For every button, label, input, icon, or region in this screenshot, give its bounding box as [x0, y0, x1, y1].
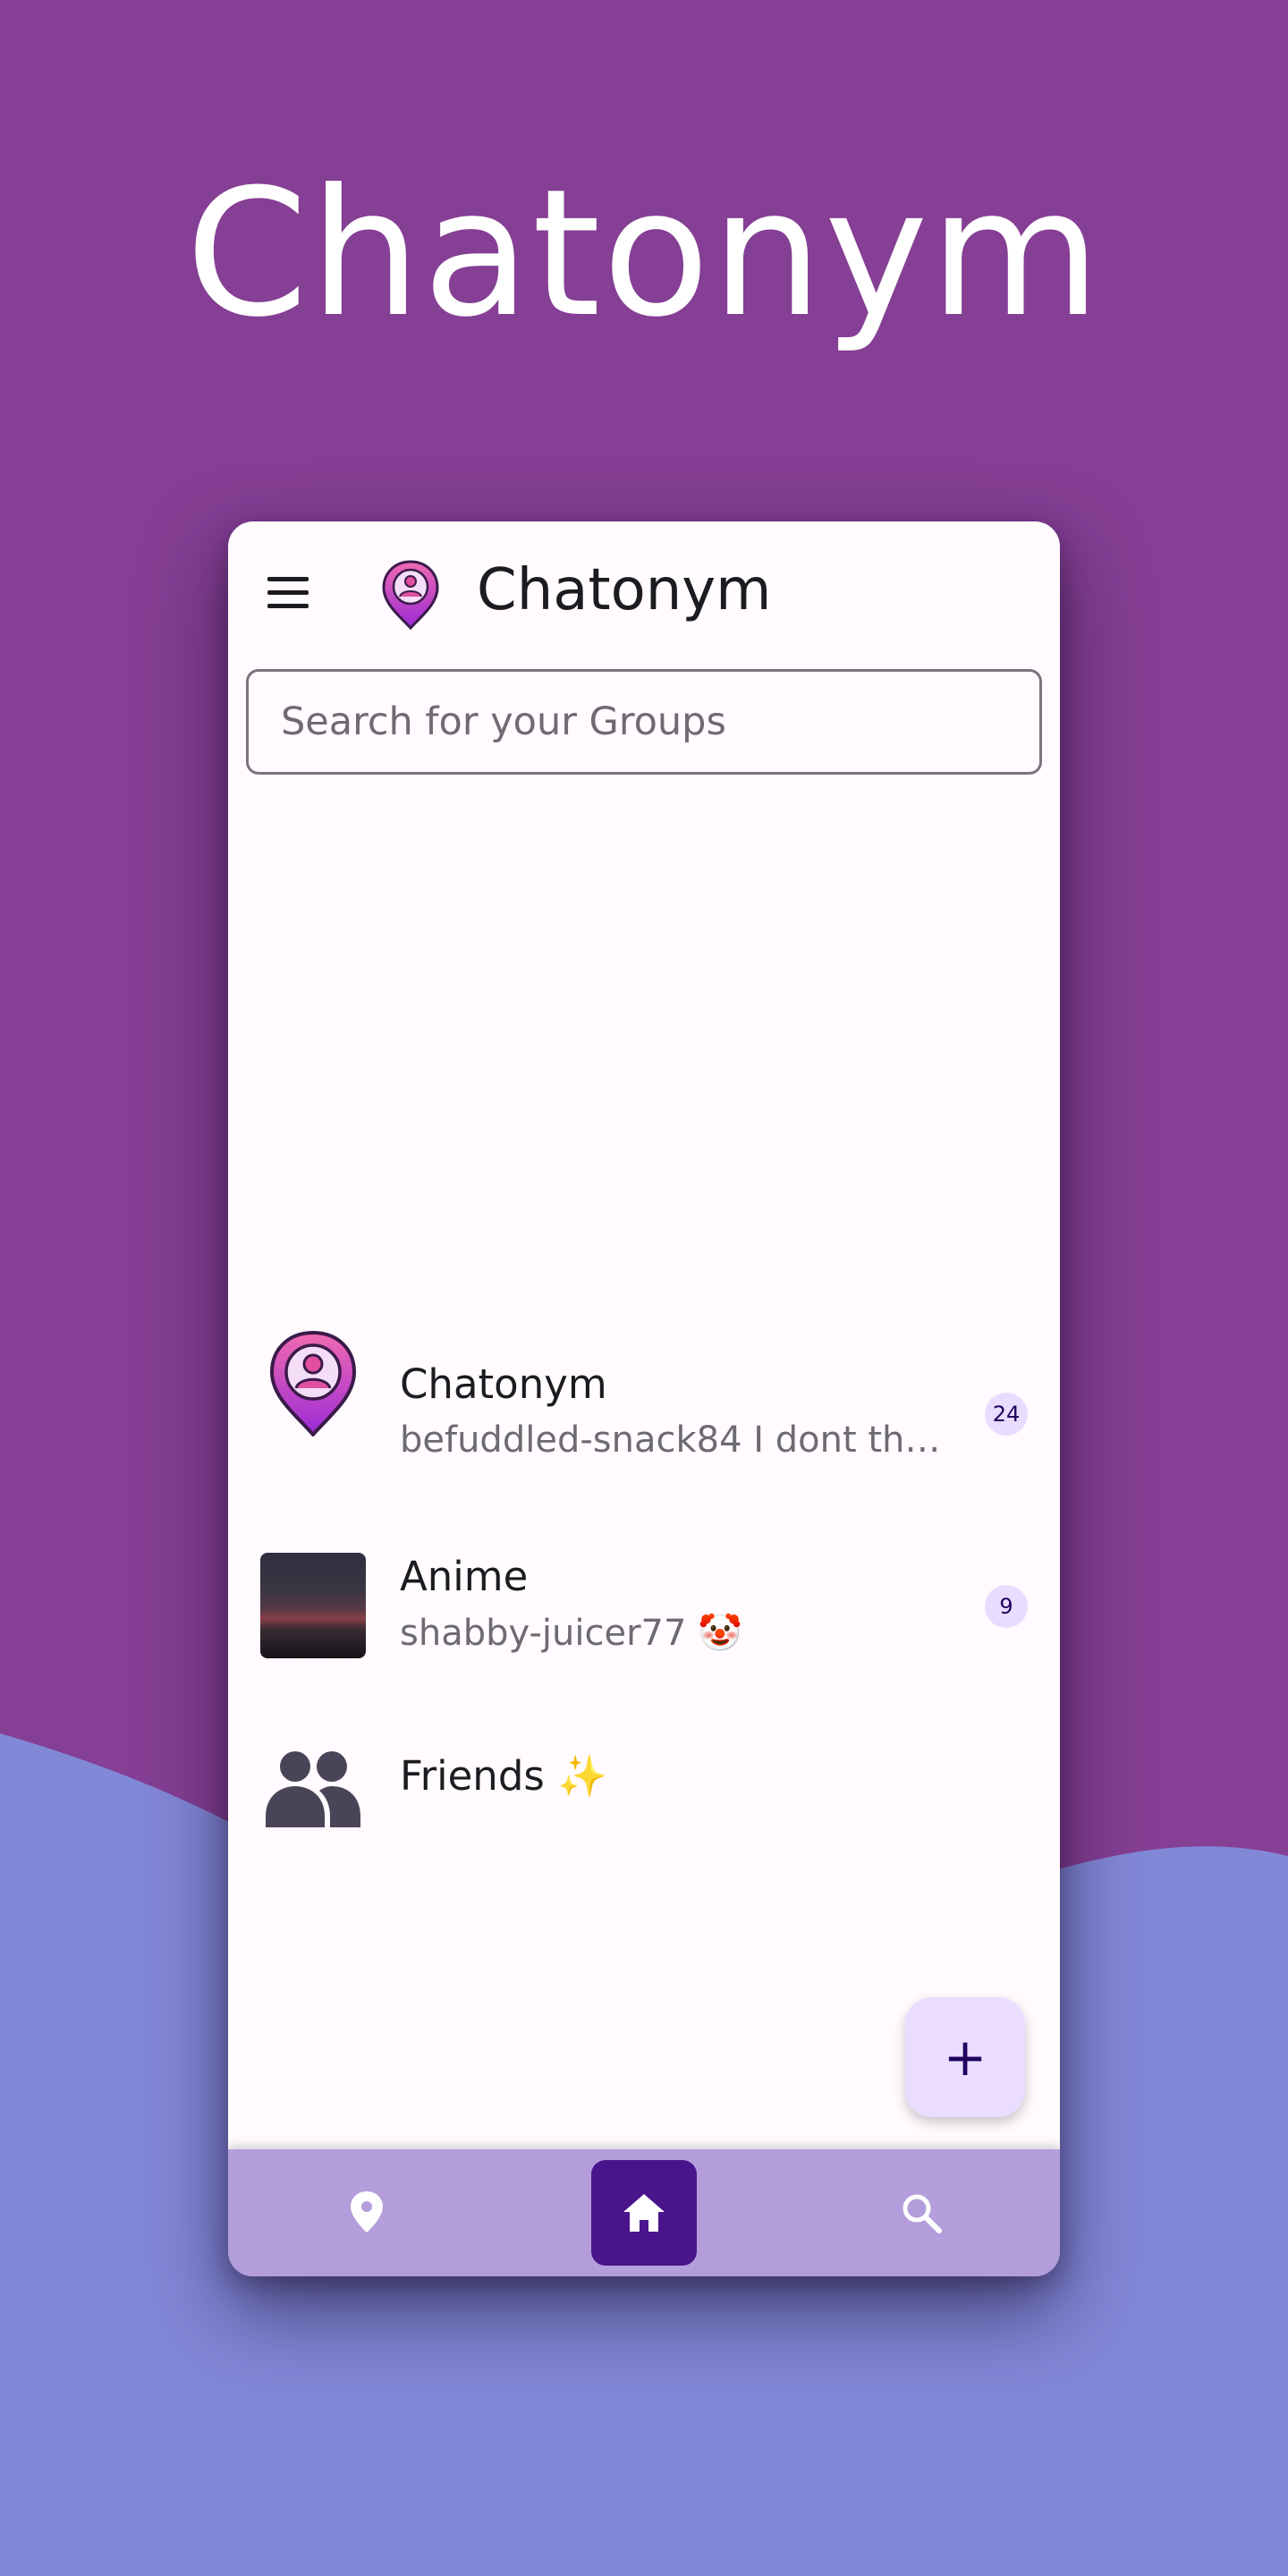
nav-home[interactable] — [591, 2149, 697, 2276]
group-last-message: shabby-juicer77 🤡 — [400, 1613, 742, 1654]
list-item[interactable]: Friends ✨ — [228, 1711, 1060, 1890]
unread-badge: 9 — [985, 1585, 1028, 1628]
nav-locations[interactable] — [309, 2149, 425, 2276]
group-name: Chatonym — [400, 1360, 607, 1408]
list-item[interactable]: Anime shabby-juicer77 🤡 9 — [228, 1519, 1060, 1698]
group-name: Anime — [400, 1553, 529, 1600]
nav-search[interactable] — [863, 2149, 979, 2276]
group-name: Friends ✨ — [400, 1752, 608, 1800]
search-input[interactable] — [281, 672, 1014, 772]
list-item[interactable]: Chatonym befuddled-snack84 I dont think … — [228, 1326, 1060, 1505]
menu-icon — [267, 577, 309, 581]
promo-title: Chatonym — [185, 152, 1103, 356]
unread-badge: 24 — [985, 1393, 1028, 1436]
phone-screen: Chatonym Chatonym befuddled-snack84 I do… — [228, 521, 1060, 2276]
app-bar: Chatonym — [228, 521, 1060, 656]
bottom-navigation — [228, 2149, 1060, 2276]
add-group-button[interactable]: + — [905, 1997, 1025, 2117]
location-pin-icon — [351, 2191, 383, 2233]
plus-icon: + — [943, 2027, 987, 2088]
search-icon — [902, 2194, 942, 2233]
group-search-field[interactable] — [246, 669, 1042, 775]
app-logo-icon — [382, 560, 439, 631]
app-title: Chatonym — [477, 557, 772, 623]
people-icon — [266, 1751, 360, 1827]
group-photo — [260, 1553, 366, 1658]
home-icon — [623, 2194, 665, 2232]
chatonym-logo-icon — [269, 1331, 357, 1436]
menu-button[interactable] — [260, 566, 323, 620]
group-last-message: befuddled-snack84 I dont think I have ev… — [400, 1419, 945, 1461]
